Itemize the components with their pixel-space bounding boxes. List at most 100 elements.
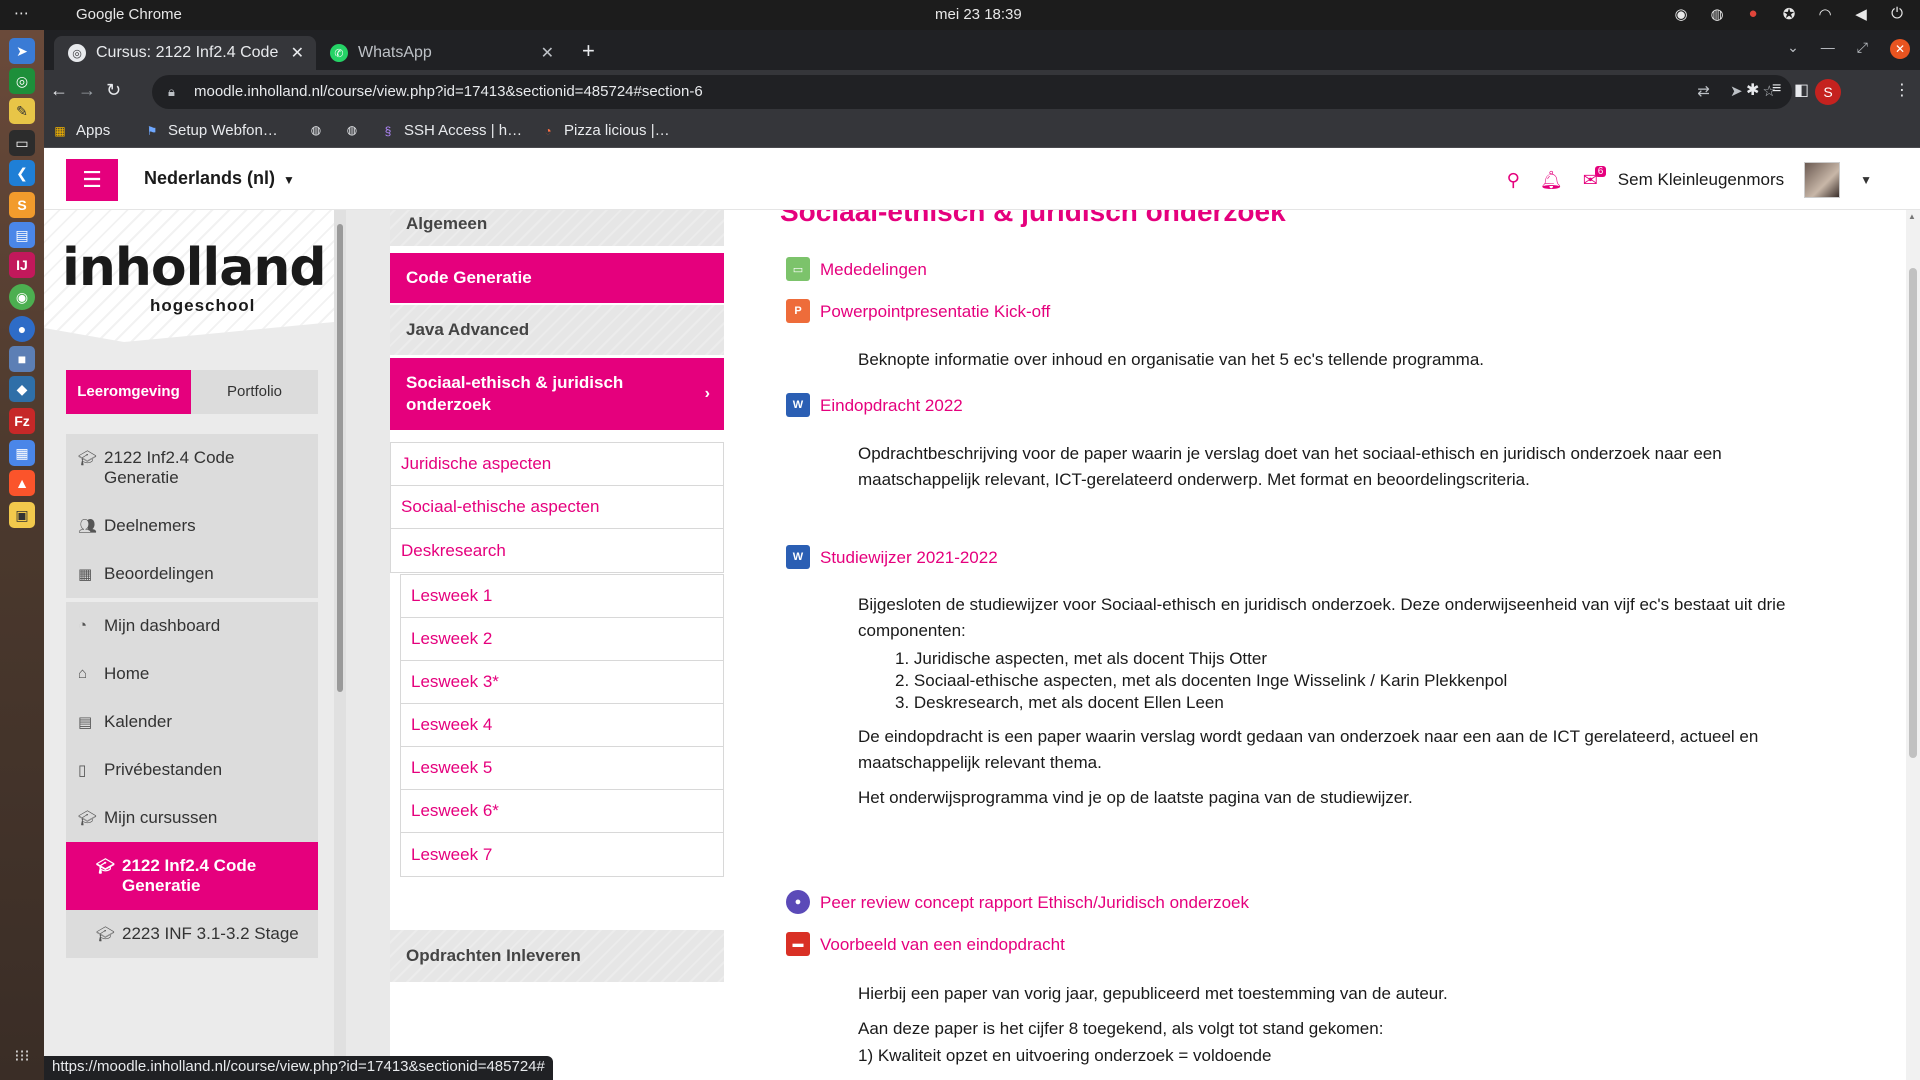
brave-icon[interactable]: ▲ — [9, 470, 35, 496]
remmina-icon[interactable]: ➤ — [9, 38, 35, 64]
show-applications-icon[interactable]: ⁝⁝⁝ — [10, 1046, 34, 1070]
week-item[interactable]: Lesweek 4 — [401, 704, 723, 747]
tab-search-icon[interactable]: ⌄ — [1787, 39, 1799, 59]
menu-icon[interactable]: ⋮ — [1894, 80, 1910, 100]
volume-icon[interactable]: ◀ — [1852, 5, 1870, 23]
drawer-item-current-course[interactable]: 🎓︎ 2122 Inf2.4 Code Generatie — [66, 842, 318, 910]
week-item[interactable]: Lesweek 1 — [401, 575, 723, 618]
user-avatar[interactable] — [1804, 162, 1841, 198]
reading-list-icon[interactable]: ≡ — [1772, 80, 1781, 98]
section-java-advanced[interactable]: Java Advanced — [390, 305, 724, 355]
bookmark-pizza-licious[interactable]: ◔ Pizza licious |… — [540, 122, 669, 139]
app-icon[interactable]: ▣ — [9, 502, 35, 528]
topic-sociaal-ethische-aspecten[interactable]: Sociaal-ethische aspecten — [391, 486, 723, 529]
activity-link[interactable]: Mededelingen — [820, 260, 927, 280]
app-icon[interactable]: ▦ — [9, 440, 35, 466]
week-item[interactable]: Lesweek 3* — [401, 661, 723, 704]
activity-mededelingen[interactable]: ▭ Mededelingen — [786, 257, 927, 281]
intellij-icon[interactable]: IJ — [9, 252, 35, 278]
inholland-logo[interactable]: inholland — [62, 238, 327, 298]
active-app-name[interactable]: Google Chrome — [76, 6, 182, 23]
drawer-item-dashboard[interactable]: ◔ Mijn dashboard — [66, 602, 318, 650]
topic-deskresearch[interactable]: Deskresearch — [391, 529, 723, 572]
do-not-disturb-icon[interactable]: ● — [1744, 5, 1762, 23]
activity-eindopdracht[interactable]: W Eindopdracht 2022 — [786, 393, 963, 417]
activity-voorbeeld[interactable]: ▬ Voorbeeld van een eindopdracht — [786, 932, 1065, 956]
profile-avatar[interactable]: S — [1815, 79, 1841, 105]
activity-link[interactable]: Peer review concept rapport Ethisch/Juri… — [820, 893, 1249, 913]
vim-icon[interactable]: ◎ — [9, 68, 35, 94]
week-item[interactable]: Lesweek 6* — [401, 790, 723, 833]
drawer-item-kalender[interactable]: ▤ Kalender — [66, 698, 318, 746]
drawer-item-home[interactable]: ⌂ Home — [66, 650, 318, 698]
activity-link[interactable]: Powerpointpresentatie Kick-off — [820, 302, 1050, 322]
side-panel-icon[interactable]: ◧ — [1794, 80, 1809, 100]
drawer-scrollbar[interactable] — [334, 210, 346, 1080]
activity-studiewijzer[interactable]: W Studiewijzer 2021-2022 — [786, 545, 998, 569]
forward-icon[interactable]: → — [78, 80, 96, 101]
scroll-up-icon[interactable]: ▲ — [1908, 212, 1916, 221]
page-scrollbar[interactable]: ▲ — [1906, 210, 1920, 1080]
chrome-icon[interactable]: ◉ — [9, 284, 35, 310]
week-item[interactable]: Lesweek 5 — [401, 747, 723, 790]
week-item[interactable]: Lesweek 7 — [401, 833, 723, 876]
bookmark-apps[interactable]: ▦ Apps — [52, 122, 110, 139]
activity-link[interactable]: Eindopdracht 2022 — [820, 396, 963, 416]
activity-powerpoint[interactable]: P Powerpointpresentatie Kick-off — [786, 299, 1050, 323]
activity-link[interactable]: Studiewijzer 2021-2022 — [820, 548, 998, 568]
scrollbar-thumb[interactable] — [337, 224, 343, 692]
hamburger-menu-button[interactable]: ☰ — [66, 159, 118, 201]
tab-moodle-course[interactable]: ◎ Cursus: 2122 Inf2.4 Code ✕ — [54, 36, 316, 70]
drawer-item-privebestanden[interactable]: ▯ Privébestanden — [66, 746, 318, 794]
section-code-generatie[interactable]: Code Generatie — [390, 253, 724, 303]
section-algemeen[interactable]: Algemeen — [390, 210, 724, 246]
user-menu-caret-icon[interactable]: ▼ — [1860, 173, 1872, 187]
accessibility-icon[interactable]: ✪ — [1780, 5, 1798, 23]
minimize-button[interactable]: — — [1821, 39, 1835, 59]
search-icon[interactable]: ⚲ — [1507, 170, 1520, 191]
text-editor-icon[interactable]: ✎ — [9, 98, 35, 124]
week-item[interactable]: Lesweek 2 — [401, 618, 723, 661]
section-opdrachten-inleveren[interactable]: Opdrachten Inleveren — [390, 930, 724, 982]
bookmark-globe[interactable]: ◍ — [344, 122, 368, 138]
app-icon[interactable]: ◆ — [9, 376, 35, 402]
messages-icon[interactable]: ✉ 6 — [1583, 165, 1607, 191]
address-bar[interactable]: 🔒︎ moodle.inholland.nl/course/view.php?i… — [152, 75, 1792, 109]
firefox-icon[interactable]: ● — [9, 316, 35, 342]
bookmark-setup-webfon[interactable]: ⚑ Setup Webfon… — [144, 122, 278, 139]
back-icon[interactable]: ← — [50, 80, 68, 101]
tab-whatsapp[interactable]: ✆ WhatsApp ✕ — [316, 36, 566, 70]
new-tab-button[interactable]: + — [582, 38, 595, 64]
maximize-button[interactable]: ⤢ — [1857, 39, 1868, 59]
drawer-item-deelnemers[interactable]: 👥︎ Deelnemers — [66, 502, 318, 550]
drawer-item-stage-course[interactable]: 🎓︎ 2223 INF 3.1-3.2 Stage — [66, 910, 318, 958]
user-name[interactable]: Sem Kleinleugenmors — [1618, 170, 1784, 190]
close-tab-icon[interactable]: ✕ — [541, 43, 554, 63]
activity-link[interactable]: Voorbeeld van een eindopdracht — [820, 935, 1065, 955]
bookmark-ssh-access[interactable]: § SSH Access | h… — [380, 122, 522, 139]
scrollbar-thumb[interactable] — [1909, 268, 1917, 758]
activities-button[interactable]: ⋯ — [14, 4, 30, 22]
tab-leeromgeving[interactable]: Leeromgeving — [66, 370, 191, 414]
language-selector[interactable]: Nederlands (nl) ▼ — [144, 168, 295, 189]
notifications-bell-icon[interactable]: 🔔︎ — [1540, 170, 1563, 191]
close-window-button[interactable]: ✕ — [1890, 39, 1910, 59]
drawer-item-beoordelingen[interactable]: ▦ Beoordelingen — [66, 550, 318, 598]
vscode-icon[interactable]: ❮ — [9, 160, 35, 186]
activity-peer-review[interactable]: ● Peer review concept rapport Ethisch/Ju… — [786, 890, 1249, 914]
clock[interactable]: mei 23 18:39 — [935, 6, 1022, 23]
sublime-icon[interactable]: S — [9, 192, 35, 218]
lock-icon[interactable]: 🔒︎ — [168, 75, 175, 109]
section-sociaal-ethisch[interactable]: Sociaal-ethisch & juridisch onderzoek › — [390, 358, 724, 430]
send-icon[interactable]: ➤ — [1730, 75, 1743, 109]
bookmark-globe[interactable]: ◍ — [308, 122, 332, 138]
filezilla-icon[interactable]: Fz — [9, 408, 35, 434]
drawer-item-course[interactable]: 🎓︎ 2122 Inf2.4 Code Generatie — [66, 434, 318, 502]
extensions-icon[interactable]: ✱ — [1746, 80, 1759, 100]
terminal-icon[interactable]: ▭ — [9, 130, 35, 156]
discord-icon[interactable]: ◉ — [1672, 5, 1690, 23]
steam-icon[interactable]: ◍ — [1708, 5, 1726, 23]
power-icon[interactable]: ⏻ — [1888, 5, 1906, 23]
app-icon[interactable]: ■ — [9, 346, 35, 372]
wifi-icon[interactable]: ◠ — [1816, 5, 1834, 23]
